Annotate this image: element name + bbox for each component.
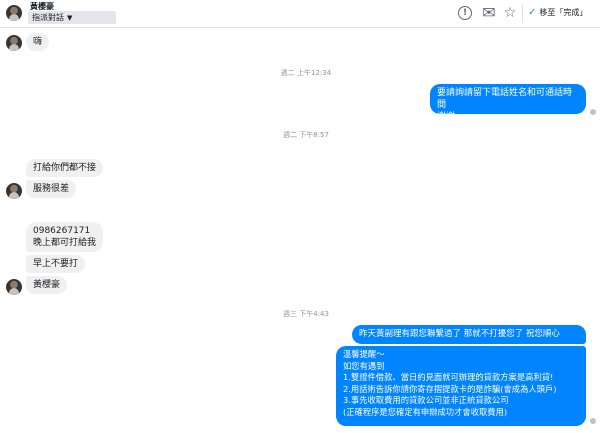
avatar <box>6 183 22 199</box>
message-bubble-incoming[interactable]: 黃櫻豪 <box>26 276 68 294</box>
avatar[interactable] <box>6 5 22 21</box>
timestamp: 週三 下午4:43 <box>283 310 329 318</box>
message-bubble-outgoing[interactable]: 昨天黃副理有跟您聯繫過了 那就不打擾您了 祝您順心 <box>352 325 586 344</box>
assign-label: 指派對話 <box>32 13 64 22</box>
info-icon[interactable]: ! <box>458 6 472 20</box>
check-icon: ✓ <box>528 7 537 18</box>
assign-conversation-dropdown[interactable]: 指派對話 ▼ <box>28 11 116 24</box>
mail-icon[interactable]: ✉ <box>481 5 497 21</box>
timestamp: 週二 上午12:34 <box>280 69 332 77</box>
message-bubble-incoming[interactable]: 早上不要打 <box>26 255 86 273</box>
avatar <box>6 279 22 295</box>
avatar <box>6 35 22 51</box>
star-icon[interactable]: ☆ <box>502 5 518 21</box>
message-bubble-outgoing[interactable]: 要請詢請留下電話姓名和可通話時間 謝謝 <box>430 84 586 122</box>
read-receipt-icon <box>590 418 596 424</box>
conversation-header: 黃櫻豪 指派對話 ▼ ! ✉ ☆ ✓ 移至「完成」 <box>0 0 600 28</box>
divider <box>522 4 523 22</box>
message-bubble-incoming[interactable]: 打給你們都不接 <box>26 159 104 177</box>
message-bubble-incoming[interactable]: 0986267171 晚上都可打給我 <box>26 222 104 252</box>
read-receipt-icon <box>590 109 596 115</box>
message-bubble-incoming[interactable]: 嗨 <box>26 33 50 51</box>
move-to-done-button[interactable]: ✓ 移至「完成」 <box>528 4 596 22</box>
done-label: 移至「完成」 <box>539 8 588 17</box>
message-bubble-outgoing[interactable]: 溫馨提醒～ 如您有遇到 1.雙證件借款、當日約見面就可辦理的貸款方案是高利貸! … <box>336 346 586 426</box>
timestamp: 週二 下午8:57 <box>283 131 329 139</box>
message-bubble-incoming[interactable]: 服務很差 <box>26 180 77 198</box>
caret-down-icon: ▼ <box>67 14 73 22</box>
